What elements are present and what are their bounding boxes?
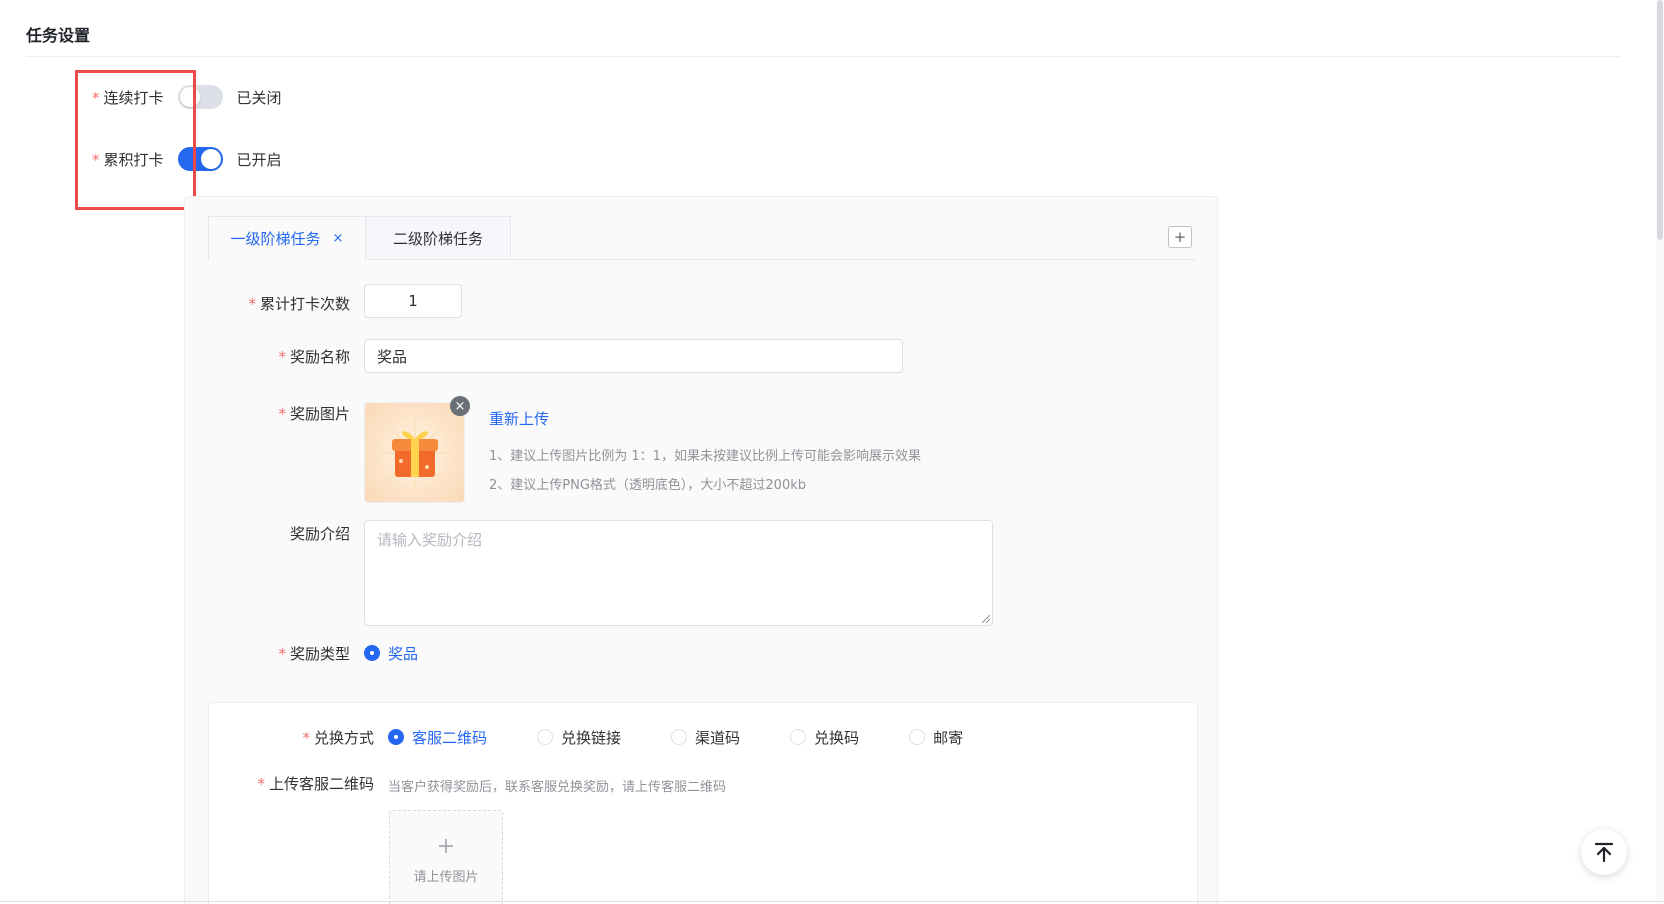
title-divider: [26, 56, 1621, 57]
redeem-radio-mail[interactable]: 邮寄: [909, 727, 963, 748]
redeem-radio-service-qr[interactable]: 客服二维码: [388, 727, 487, 748]
redeem-method-label: * 兑换方式: [302, 728, 374, 747]
reward-type-radio-prize[interactable]: 奖品: [364, 643, 418, 664]
arrow-up-to-top-icon: [1594, 842, 1614, 863]
name-label-row: * 奖励名称: [240, 339, 350, 373]
upload-qr-text: 请上传图片: [413, 869, 479, 885]
qr-label-row: * 上传客服二维码: [240, 770, 374, 796]
cumulative-switch-state: 已开启: [236, 150, 282, 169]
redeem-radio-link[interactable]: 兑换链接: [537, 727, 621, 748]
remove-image-icon[interactable]: ×: [450, 396, 470, 416]
radio-dot: [537, 729, 554, 745]
radio-dot: [364, 645, 380, 661]
intro-label-row: 奖励介绍: [240, 520, 350, 546]
ladder-tabs: 一级阶梯任务 × 二级阶梯任务: [208, 216, 1196, 260]
highlight-annotation-box: [75, 70, 196, 210]
reward-name-label: * 奖励名称: [278, 347, 350, 366]
redeem-radio-channel-code[interactable]: 渠道码: [671, 727, 740, 748]
upload-qr-hint: 当客户获得奖励后，联系客服兑换奖励，请上传客服二维码: [388, 780, 727, 795]
reward-image-preview[interactable]: [364, 402, 465, 503]
reward-image-label: * 奖励图片: [278, 404, 350, 423]
reward-intro-placeholder: 请输入奖励介绍: [377, 531, 483, 549]
radio-dot: [790, 729, 807, 745]
image-hint-format: 2、建议上传PNG格式（透明底色），大小不超过200kb: [489, 478, 807, 493]
reupload-link[interactable]: 重新上传: [489, 408, 549, 429]
tab-level-1[interactable]: 一级阶梯任务 ×: [208, 216, 366, 260]
checkin-count-input[interactable]: 1: [364, 284, 462, 318]
tab-level-2[interactable]: 二级阶梯任务: [365, 216, 511, 260]
radio-dot: [671, 729, 688, 745]
redeem-radio-redeem-code[interactable]: 兑换码: [790, 727, 859, 748]
image-hint-ratio: 1、建议上传图片比例为 1：1，如果未按建议比例上传可能会影响展示效果: [489, 449, 921, 464]
resize-grip-icon[interactable]: [980, 613, 990, 623]
image-label-row: * 奖励图片: [240, 400, 350, 426]
continuous-switch-state: 已关闭: [236, 88, 282, 107]
upload-qr-box[interactable]: + 请上传图片: [389, 810, 503, 904]
add-tab-button[interactable]: +: [1168, 226, 1192, 248]
tab-close-icon[interactable]: ×: [333, 231, 344, 246]
radio-dot: [909, 729, 926, 745]
redeem-method-options: 客服二维码 兑换链接 渠道码 兑换码 邮寄: [388, 724, 963, 750]
back-to-top-button[interactable]: [1581, 829, 1627, 875]
bottom-divider: [0, 901, 1664, 902]
count-label-row: * 累计打卡次数: [240, 286, 350, 320]
redeem-label-row: * 兑换方式: [250, 724, 374, 750]
reward-type-options: 奖品: [364, 640, 418, 666]
plus-icon: +: [436, 833, 456, 859]
scrollbar-thumb[interactable]: [1657, 0, 1663, 240]
upload-qr-label: * 上传客服二维码: [257, 774, 374, 793]
reward-intro-textarea[interactable]: 请输入奖励介绍: [364, 520, 993, 626]
reward-name-input[interactable]: 奖品: [364, 339, 903, 373]
radio-dot: [388, 729, 404, 745]
reward-type-label: * 奖励类型: [278, 644, 350, 663]
switch-knob: [200, 149, 221, 169]
reward-intro-label: 奖励介绍: [289, 524, 350, 543]
count-label: * 累计打卡次数: [248, 294, 350, 313]
type-label-row: * 奖励类型: [240, 640, 350, 666]
section-title: 任务设置: [26, 26, 91, 45]
gift-icon: [369, 407, 461, 499]
